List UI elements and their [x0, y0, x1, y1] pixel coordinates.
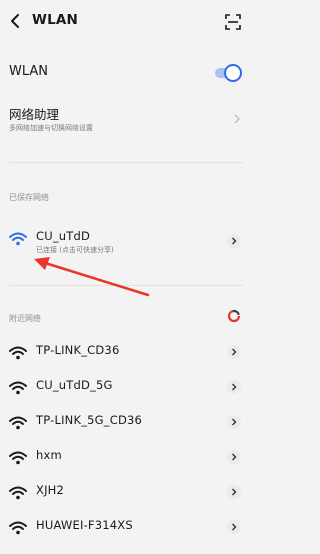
network-assistant-subtitle: 多网络加速与切换网络设置	[9, 124, 93, 132]
chevron-right-icon	[232, 523, 237, 531]
network-name: CU_uTdD_5G	[36, 378, 113, 392]
chevron-right-icon	[232, 453, 237, 461]
chevron-right-icon	[232, 237, 237, 245]
chevron-right-icon	[232, 348, 237, 356]
network-details-button[interactable]	[227, 415, 241, 429]
back-button[interactable]	[8, 12, 22, 30]
network-details-button[interactable]	[227, 520, 241, 534]
wlan-toggle[interactable]	[215, 64, 242, 82]
wifi-icon	[9, 381, 27, 395]
nearby-network-item[interactable]: XJH2	[0, 480, 249, 510]
network-name: TP-LINK_CD36	[36, 343, 120, 357]
scan-icon	[225, 14, 241, 30]
wifi-icon	[9, 416, 27, 430]
wifi-icon	[9, 521, 27, 535]
network-name: hxm	[36, 448, 62, 462]
network-assistant-title: 网络助理	[9, 107, 60, 122]
network-details-button[interactable]	[227, 450, 241, 464]
network-name: HUAWEI-F314XS	[36, 518, 133, 532]
chevron-right-icon	[232, 418, 237, 426]
nearby-network-item[interactable]: CU_uTdD_5G	[0, 375, 249, 405]
nearby-network-item[interactable]: hxm	[0, 445, 249, 475]
wifi-connected-icon	[9, 232, 27, 246]
wifi-icon	[9, 451, 27, 465]
wifi-icon	[9, 486, 27, 500]
wifi-icon	[9, 346, 27, 360]
chevron-right-icon	[234, 114, 240, 127]
wlan-row: WLAN	[0, 62, 249, 86]
network-name: TP-LINK_5G_CD36	[36, 413, 143, 427]
nearby-networks-label: 附近网络	[9, 314, 41, 323]
divider	[9, 285, 243, 286]
chevron-right-icon	[232, 383, 237, 391]
saved-networks-label: 已保存网络	[9, 193, 49, 202]
toggle-knob	[224, 64, 242, 82]
page-title: WLAN	[32, 12, 79, 28]
divider	[9, 162, 243, 163]
network-assistant-row[interactable]: 网络助理 多网络加速与切换网络设置	[0, 104, 249, 140]
saved-network-item[interactable]: CU_uTdD 已连接 (点击可快速分享)	[0, 226, 249, 256]
scan-button[interactable]	[225, 14, 241, 30]
network-name: CU_uTdD	[36, 229, 91, 243]
network-name: XJH2	[36, 483, 65, 497]
header: WLAN	[0, 0, 249, 44]
network-details-button[interactable]	[227, 380, 241, 394]
nearby-network-item[interactable]: TP-LINK_CD36	[0, 340, 249, 370]
nearby-network-item[interactable]: TP-LINK_5G_CD36	[0, 410, 249, 440]
network-details-button[interactable]	[227, 485, 241, 499]
wlan-label: WLAN	[9, 64, 49, 79]
network-details-button[interactable]	[227, 234, 241, 248]
chevron-left-icon	[11, 14, 19, 28]
network-status: 已连接 (点击可快速分享)	[36, 246, 114, 254]
nearby-network-item[interactable]: HUAWEI-F314XS	[0, 515, 249, 545]
chevron-right-icon	[232, 488, 237, 496]
network-details-button[interactable]	[227, 345, 241, 359]
refresh-icon[interactable]	[227, 309, 241, 323]
